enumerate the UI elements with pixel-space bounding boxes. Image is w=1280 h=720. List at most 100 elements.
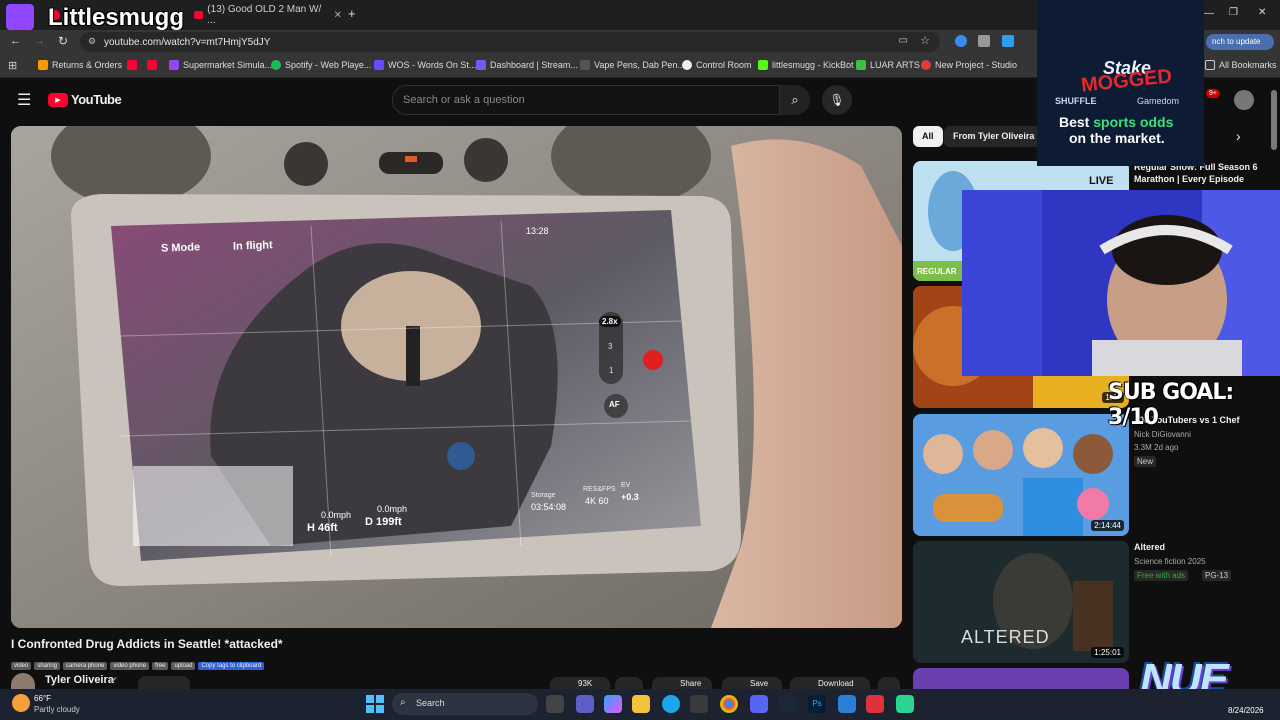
voice-search-button[interactable]: 🎙	[822, 85, 852, 115]
site-info-icon[interactable]: ⚙	[88, 36, 96, 47]
bookmark-item[interactable]: Spotify - Web Playe...	[271, 60, 371, 70]
youtube-play-icon: ▶	[48, 92, 68, 107]
youtube-logo[interactable]: ▶ YouTube	[48, 92, 122, 107]
discord-icon[interactable]	[750, 695, 768, 713]
sidebar-thumbnail[interactable]: 2:14:44	[913, 414, 1129, 536]
weather-temp[interactable]: 66°F	[34, 694, 51, 703]
weather-desc[interactable]: Partly cloudy	[34, 705, 80, 714]
weather-icon[interactable]	[12, 694, 30, 712]
bookmark-item[interactable]: Supermarket Simula...	[169, 60, 272, 70]
sidebar-thumbnail[interactable]: ALTERED 1:25:01	[913, 541, 1129, 663]
mogged-stamp: MOGGED	[1080, 65, 1173, 97]
bookmark-star-icon[interactable]: ☆	[920, 34, 930, 47]
apps-grid-icon[interactable]: ⊞	[8, 59, 17, 72]
maximize-icon[interactable]: ❐	[1229, 7, 1238, 18]
studio-icon	[921, 60, 931, 70]
video-frame	[11, 126, 902, 628]
copilot-icon[interactable]	[604, 695, 622, 713]
hud-storage-label: Storage	[531, 492, 556, 499]
free-with-ads-badge: Free with ads	[1134, 570, 1189, 581]
more-actions-button[interactable]	[878, 677, 900, 689]
streamlabs-icon	[476, 60, 486, 70]
notification-count[interactable]: 9+	[1206, 89, 1220, 98]
bookmark-item[interactable]: littlesmugg - KickBot	[758, 60, 854, 70]
chip-all[interactable]: All	[913, 126, 943, 147]
video-player[interactable]: S Mode In flight 13:28 2.8x 3 1 AF 0.0mp…	[11, 126, 902, 628]
forward-icon[interactable]: →	[34, 35, 45, 47]
menu-icon[interactable]: ☰	[17, 90, 31, 110]
bookmark-item[interactable]: LUAR ARTS	[856, 60, 920, 70]
sidebar-channel-name: Science fiction 2025	[1134, 557, 1206, 566]
hud-storage: 03:54:08	[531, 502, 567, 512]
share-button[interactable]: Share	[652, 677, 712, 689]
minimize-icon[interactable]: —	[1204, 8, 1214, 19]
bookmark-item[interactable]: Dashboard | Stream...	[476, 60, 578, 70]
file-explorer-icon[interactable]	[632, 695, 650, 713]
download-button[interactable]: Download	[790, 677, 870, 689]
tag[interactable]: sharing	[34, 662, 61, 670]
tab-youtube-2[interactable]: (13) Good OLD 2 Man W/ ... ✕	[188, 4, 348, 26]
like-button[interactable]: 93K	[550, 677, 610, 689]
new-tab-button[interactable]: +	[348, 6, 356, 21]
bookmark-item[interactable]: WOS - Words On St...	[374, 60, 476, 70]
bookmark-item[interactable]: Vape Pens, Dab Pen...	[580, 60, 685, 70]
cast-icon[interactable]: ▭	[899, 35, 908, 46]
channel-name[interactable]: Tyler Oliveira	[45, 674, 114, 686]
bookmark-item[interactable]: New Project - Studio	[921, 60, 1017, 70]
sidebar-video-meta: 3.3M 2d ago	[1134, 443, 1179, 452]
acrobat-icon[interactable]	[866, 695, 884, 713]
update-button[interactable]: nch to update	[1206, 34, 1274, 50]
ad-headline-2: on the market.	[1069, 130, 1165, 146]
bookmark-item[interactable]	[127, 60, 137, 70]
tag[interactable]: upload	[171, 662, 196, 670]
sidebar-thumbnail[interactable]	[913, 668, 1129, 689]
bookmark-item[interactable]	[147, 60, 157, 70]
avatar[interactable]	[1234, 90, 1254, 110]
all-bookmarks[interactable]: All Bookmarks	[1205, 60, 1277, 70]
app-icon[interactable]	[896, 695, 914, 713]
extension-icon[interactable]	[1002, 35, 1014, 47]
chrome-icon[interactable]	[720, 695, 738, 713]
windows-start-icon[interactable]	[366, 695, 384, 713]
tag[interactable]: video	[11, 662, 32, 670]
dislike-button[interactable]	[615, 677, 643, 689]
reload-icon[interactable]: ↻	[58, 34, 68, 48]
extension-icon[interactable]	[978, 35, 990, 47]
back-icon[interactable]: ←	[10, 35, 21, 47]
tag[interactable]: video phone	[110, 662, 150, 670]
close-window-icon[interactable]: ✕	[1258, 7, 1266, 18]
sidebar-channel-name[interactable]: Nick DiGiovanni	[1134, 430, 1191, 439]
tag[interactable]: free	[152, 662, 169, 670]
photoshop-icon[interactable]: Ps	[808, 695, 826, 713]
store-icon[interactable]	[690, 695, 708, 713]
url-input[interactable]: ⚙ youtube.com/watch?v=mt7HmjY5dJY ▭ ☆	[80, 32, 940, 52]
save-button[interactable]: Save	[722, 677, 782, 689]
edge-icon[interactable]	[662, 695, 680, 713]
channel-avatar[interactable]	[11, 673, 35, 689]
sidebar-video-title[interactable]: Altered	[1134, 541, 1274, 553]
taskbar-search[interactable]: ⌕ Search	[392, 693, 538, 715]
steam-icon[interactable]	[778, 695, 796, 713]
verified-icon: ✔	[110, 675, 118, 685]
search-input[interactable]: Search or ask a question	[392, 85, 780, 115]
close-tab-icon[interactable]: ✕	[334, 10, 342, 21]
scrollbar[interactable]	[1271, 90, 1277, 150]
task-view-icon[interactable]	[546, 695, 564, 713]
spotify-icon	[271, 60, 281, 70]
tag[interactable]: camera phone	[63, 662, 108, 670]
bookmark-item[interactable]: Control Room	[682, 60, 752, 70]
youtubers-chef-art	[913, 414, 1129, 536]
chip-from-channel[interactable]: From Tyler Oliveira	[944, 126, 1044, 147]
teams-icon[interactable]	[576, 695, 594, 713]
copy-tags-button[interactable]: Copy tags to clipboard	[198, 662, 265, 670]
hud-zoom-3: 3	[608, 342, 613, 351]
hud-speed-2: 0.0mph	[377, 504, 408, 514]
notepad-icon[interactable]	[838, 695, 856, 713]
extension-icon[interactable]	[955, 35, 967, 47]
bookmark-item[interactable]: Returns & Orders	[38, 60, 122, 70]
partner-shuffle: SHUFFLE	[1055, 96, 1097, 106]
subscribe-bell-button[interactable]	[138, 676, 190, 689]
taskbar-date[interactable]: 8/24/2026	[1228, 706, 1264, 715]
search-button[interactable]: ⌕	[780, 85, 810, 115]
chevron-right-icon[interactable]: ›	[1236, 128, 1241, 144]
